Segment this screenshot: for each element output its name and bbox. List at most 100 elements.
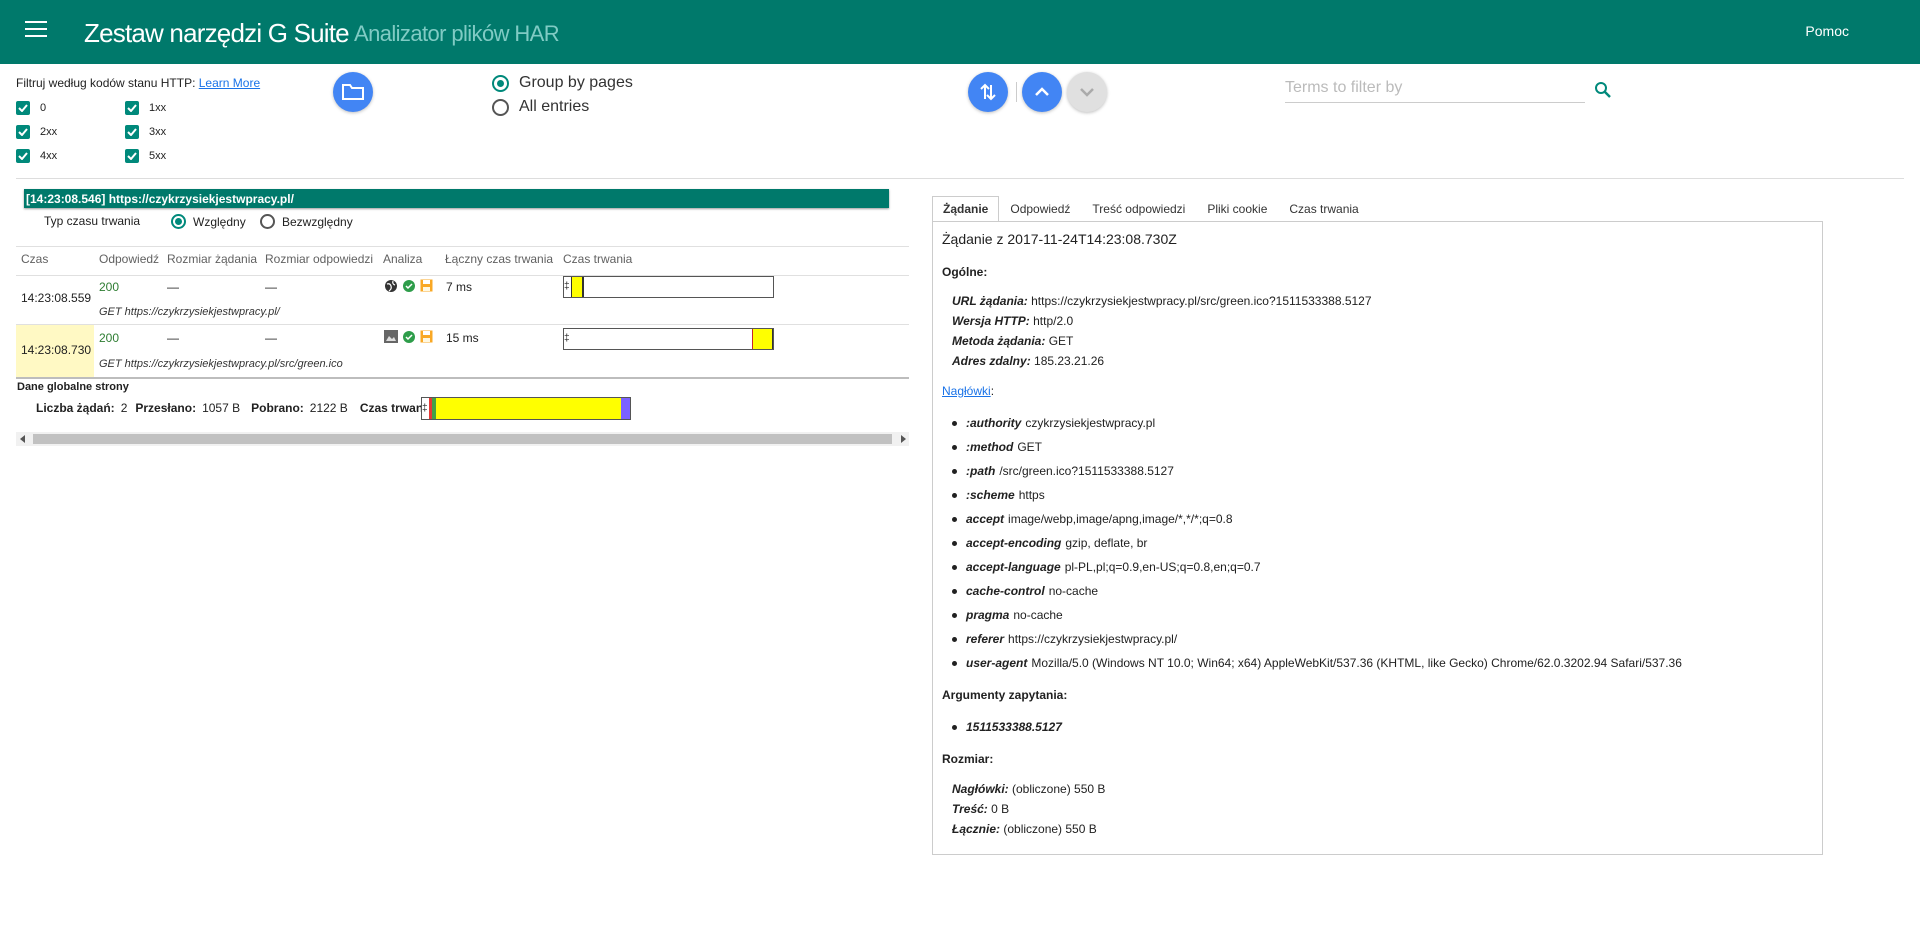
global-duration-bar[interactable]: ‡ [421,397,631,420]
row-total-time: 15 ms [446,331,479,345]
header-item: :authority czykrzysiekjestwpracy.pl [952,416,1155,430]
header-item: :path/src/green.ico?1511533388.5127 [952,464,1174,478]
timing-start-marker: ‡ [564,329,571,349]
tab-response-content[interactable]: Treść odpowiedzi [1081,196,1196,222]
filter-checkbox-0[interactable]: 0 [16,101,46,115]
status-filter-label: Filtruj według kodów stanu HTTP: Learn M… [16,76,261,90]
radio-selected-icon [492,74,509,92]
header-item: accept-encoding gzip, deflate, br [952,536,1147,550]
size-headers: Nagłówki: (obliczone) 550 B [952,782,1106,796]
request-title: Żądanie z 2017-11-24T14:23:08.730Z [942,231,1177,247]
divider [16,178,1904,179]
search-icon[interactable] [1594,81,1612,104]
col-header-duration[interactable]: Czas trwania [563,252,632,266]
learn-more-link[interactable]: Learn More [199,76,260,90]
query-label: Argumenty zapytania: [942,688,1068,702]
page-header[interactable]: [14:23:08.546] https://czykrzysiekjestwp… [24,189,889,208]
waterfall-bar[interactable]: ‡ [563,276,774,298]
save-icon [420,279,433,292]
header-item: accept image/webp,image/apng,image/*,*/*;… [952,512,1233,526]
col-header-analysis[interactable]: Analiza [383,252,422,266]
filter-checkbox-3xx[interactable]: 3xx [125,125,166,139]
col-header-time[interactable]: Czas [21,252,48,266]
expand-all-button[interactable] [1067,72,1107,112]
col-header-response[interactable]: Odpowiedź [99,252,159,266]
search-input[interactable] [1285,74,1585,103]
size-body: Treść: 0 B [952,802,1010,816]
top-app-bar: Zestaw narzędzi G Suite Analizator plikó… [0,0,1920,64]
all-entries-radio[interactable]: All entries [492,98,589,116]
arrow-left-icon[interactable] [19,435,27,443]
waterfall-bar[interactable]: ‡ [563,328,774,350]
check-icon [16,125,30,139]
filter-checkbox-1xx[interactable]: 1xx [125,101,166,115]
header-item: :method GET [952,440,1042,454]
row-req-size: — [167,280,179,294]
row-res-size: — [265,280,277,294]
image-icon [384,330,398,343]
header-item: user-agent Mozilla/5.0 (Windows NT 10.0; … [952,656,1682,670]
chevron-up-icon [1035,87,1049,96]
table-row[interactable]: 14:23:08.730 200 — — 15 ms ‡ GET https:/… [16,325,909,377]
timing-segment-purple [621,398,630,419]
timing-start-marker: ‡ [564,277,572,297]
timing-start-marker: ‡ [422,398,429,418]
header-item: referer https://czykrzysiekjestwpracy.pl/ [952,632,1177,646]
globe-icon [385,280,397,292]
filter-checkbox-2xx[interactable]: 2xx [16,125,57,139]
general-http-version: Wersja HTTP: http/2.0 [952,314,1074,328]
general-method: Metoda żądania: GET [952,334,1074,348]
header-item: accept-language pl-PL,pl;q=0.9,en-US;q=0.… [952,560,1261,574]
check-icon [125,125,139,139]
timing-absolute-radio[interactable]: Bezwzględny [260,214,353,229]
size-total: Łącznie: (obliczone) 550 B [952,822,1097,836]
check-icon [16,149,30,163]
radio-selected-icon [171,214,186,229]
radio-icon [260,214,275,229]
check-circle-icon [403,331,415,343]
arrow-right-icon[interactable] [899,435,907,443]
row-url: GET https://czykrzysiekjestwpracy.pl/ [99,306,280,318]
timing-segment-yellow [436,398,621,419]
headers-label: Nagłówki: [942,384,995,398]
col-header-total-time[interactable]: Łączny czas trwania [445,252,553,266]
size-label: Rozmiar: [942,752,994,766]
save-icon [420,330,433,343]
col-header-res-size[interactable]: Rozmiar odpowiedzi [265,252,373,266]
tab-request[interactable]: Żądanie [932,196,1000,222]
row-time: 14:23:08.730 [21,343,92,357]
header-item: pragma no-cache [952,608,1063,622]
menu-icon[interactable] [25,21,47,39]
row-url: GET https://czykrzysiekjestwpracy.pl/src… [99,358,343,370]
scroll-thumb[interactable] [33,434,892,444]
filter-checkbox-4xx[interactable]: 4xx [16,149,57,163]
collapse-all-button[interactable] [1022,72,1062,112]
horizontal-scrollbar[interactable] [16,432,909,446]
row-time: 14:23:08.559 [21,291,92,305]
tab-cookies[interactable]: Pliki cookie [1196,196,1278,222]
button-divider [1016,82,1017,102]
sort-button[interactable] [968,72,1008,112]
row-total-time: 7 ms [446,280,473,294]
headers-link[interactable]: Nagłówki [942,384,991,398]
col-header-req-size[interactable]: Rozmiar żądania [167,252,257,266]
row-res-size: — [265,331,277,345]
timing-segment [572,277,584,297]
app-title: Zestaw narzędzi G Suite [84,18,350,48]
tab-timing[interactable]: Czas trwania [1278,196,1369,222]
help-link[interactable]: Pomoc [1805,23,1849,39]
general-remote-address: Adres zdalny: 185.23.21.26 [952,354,1105,368]
timing-relative-radio[interactable]: Względny [171,214,246,229]
timing-type-label: Typ czasu trwania [44,214,141,228]
group-by-pages-radio[interactable]: Group by pages [492,74,633,92]
query-item: 1511533388.5127 [952,720,1066,734]
open-file-button[interactable] [333,72,373,112]
general-label: Ogólne: [942,265,988,279]
filter-checkbox-5xx[interactable]: 5xx [125,149,166,163]
global-stats: Liczba żądań: 2 Przesłano: 1057 B Pobrano:… [36,401,438,415]
row-status: 200 [99,331,120,345]
table-row[interactable]: 14:23:08.559 200 — — 7 ms ‡ GET https://… [16,274,909,324]
check-icon [16,101,30,115]
tab-response[interactable]: Odpowiedź [999,196,1081,222]
radio-icon [492,98,509,116]
